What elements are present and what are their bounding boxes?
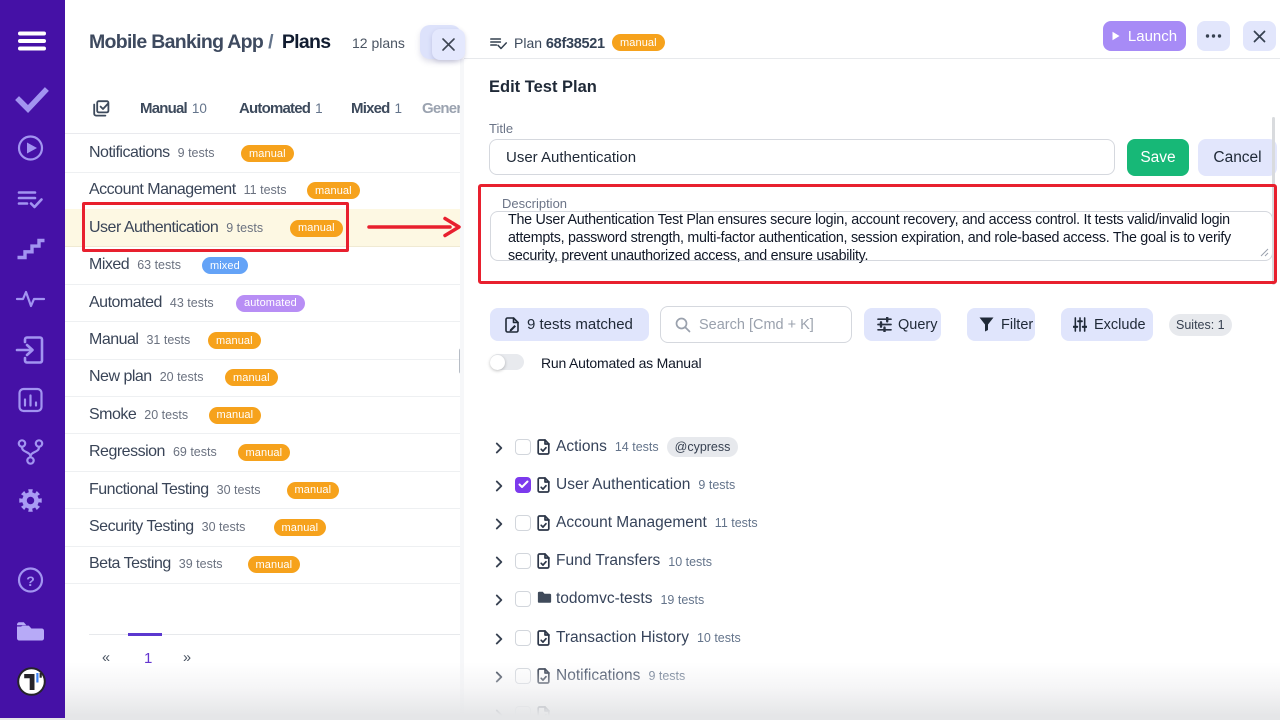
- svg-text:?: ?: [26, 573, 35, 589]
